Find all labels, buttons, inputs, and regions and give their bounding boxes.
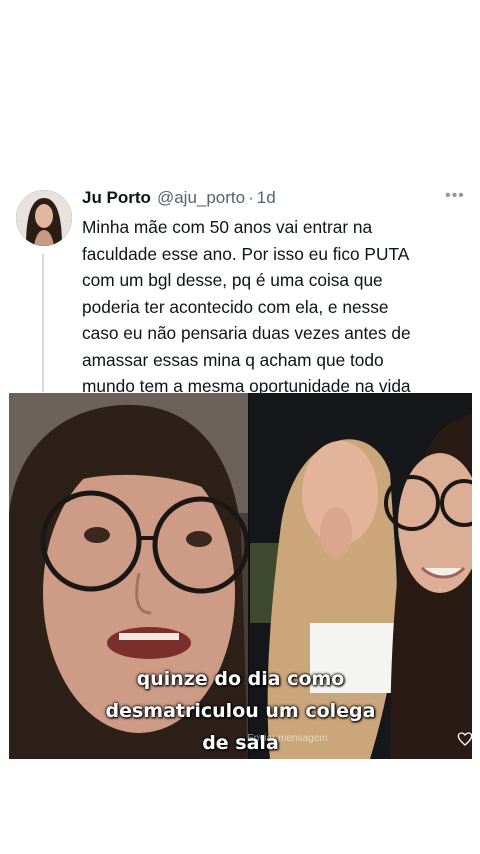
tweet: Ju Porto @aju_porto · 1d ••• Minha mãe c…	[0, 0, 480, 854]
watermark-text: Enviar mensagem	[247, 733, 328, 744]
thread-line	[42, 254, 44, 392]
timestamp[interactable]: 1d	[257, 188, 276, 208]
avatar-image	[16, 190, 72, 246]
heart-icon[interactable]	[457, 731, 472, 747]
author-handle[interactable]: @aju_porto	[157, 188, 245, 208]
tweet-media[interactable]: quinze do dia como desmatriculou um cole…	[9, 393, 472, 759]
tweet-header: Ju Porto @aju_porto · 1d	[82, 188, 276, 212]
separator-dot: ·	[248, 188, 254, 207]
tweet-text: Minha mãe com 50 anos vai entrar na facu…	[82, 217, 411, 396]
author-name[interactable]: Ju Porto	[82, 188, 151, 208]
video-caption: quinze do dia como desmatriculou um cole…	[105, 668, 376, 754]
more-options-icon[interactable]: •••	[444, 188, 466, 208]
avatar[interactable]	[16, 190, 72, 246]
